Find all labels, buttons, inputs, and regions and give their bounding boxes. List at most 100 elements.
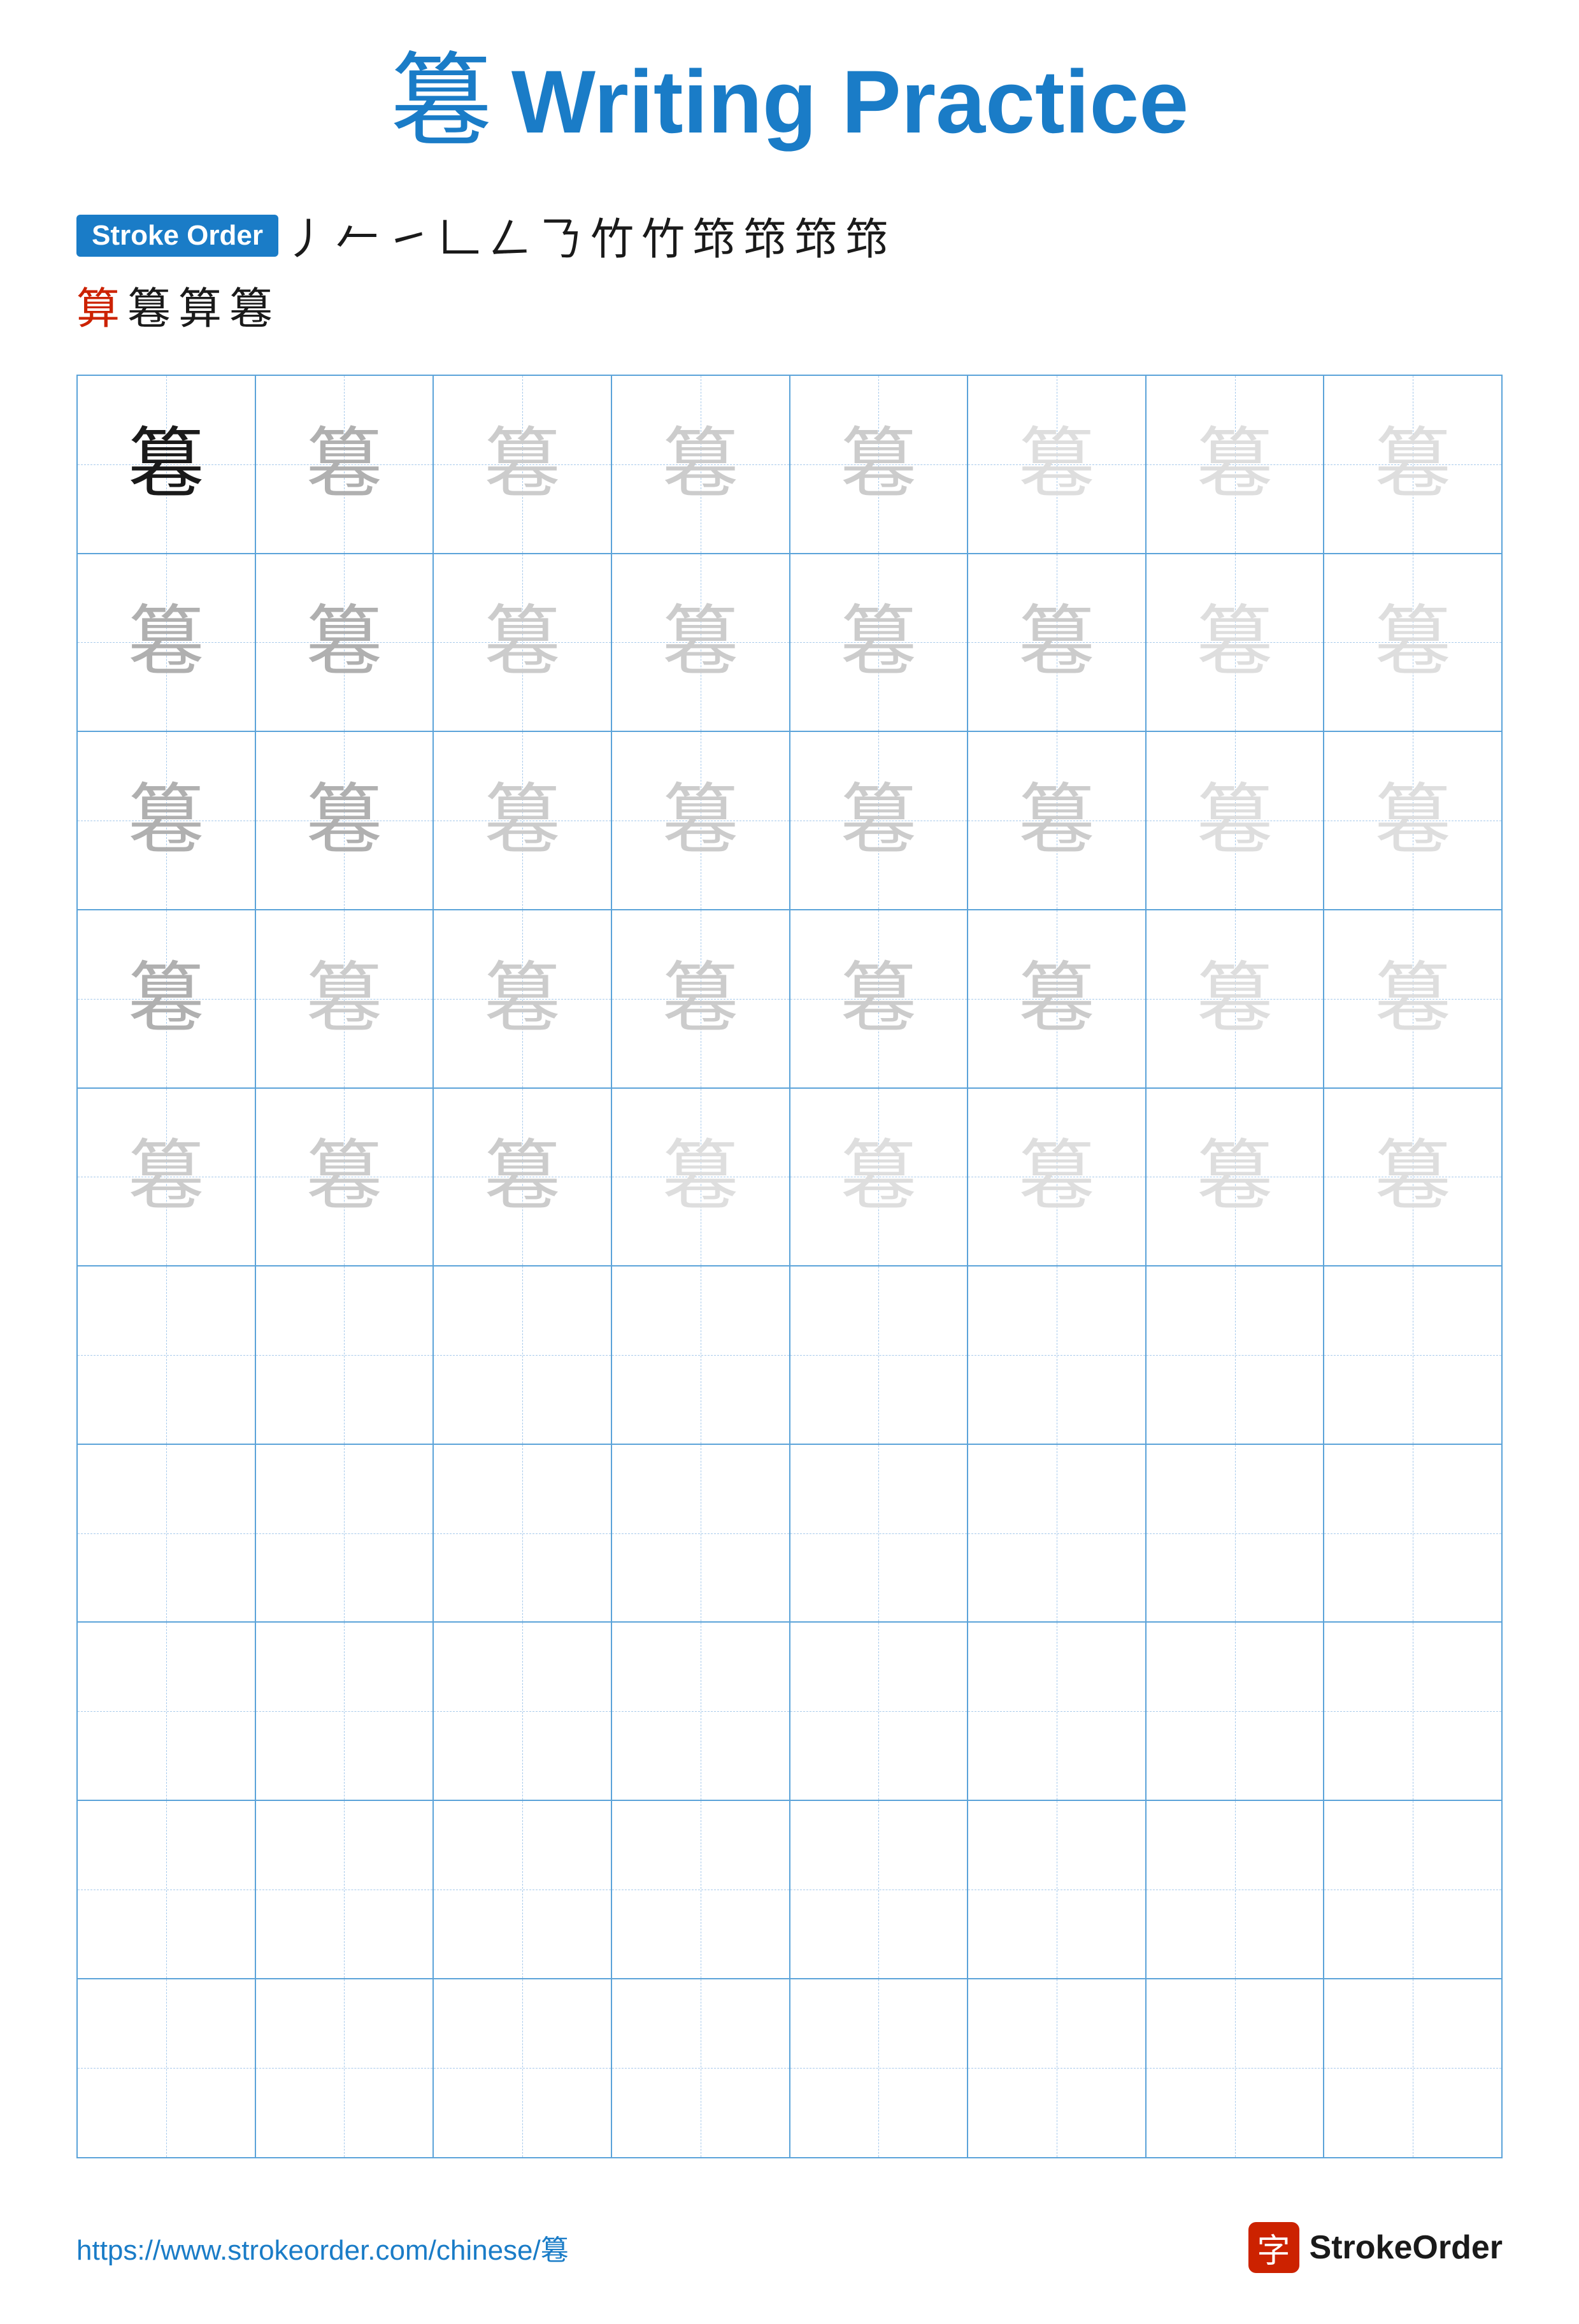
grid-cell-empty[interactable] bbox=[968, 1445, 1147, 1623]
grid-cell[interactable]: 篹 bbox=[612, 376, 790, 554]
grid-cell[interactable]: 篹 bbox=[1324, 910, 1501, 1089]
grid-cell-empty[interactable] bbox=[1147, 1445, 1325, 1623]
grid-cell[interactable]: 篹 bbox=[790, 376, 969, 554]
grid-cell-empty[interactable] bbox=[434, 1445, 612, 1623]
grid-cell[interactable]: 篹 bbox=[256, 732, 434, 910]
grid-cell[interactable]: 篹 bbox=[434, 376, 612, 554]
grid-cell-empty[interactable] bbox=[968, 1801, 1147, 1979]
practice-char: 篹 bbox=[306, 1138, 382, 1215]
practice-char: 篹 bbox=[1197, 1138, 1273, 1215]
grid-cell[interactable]: 篹 bbox=[434, 910, 612, 1089]
grid-cell[interactable]: 篹 bbox=[968, 554, 1147, 733]
footer-brand: 字 StrokeOrder bbox=[1248, 2222, 1503, 2273]
grid-cell[interactable]: 篹 bbox=[1147, 732, 1325, 910]
grid-cell[interactable]: 篹 bbox=[612, 732, 790, 910]
grid-cell-empty[interactable] bbox=[968, 1266, 1147, 1445]
grid-cell-empty[interactable] bbox=[1147, 1623, 1325, 1801]
grid-cell-empty[interactable] bbox=[612, 1623, 790, 1801]
grid-cell-empty[interactable] bbox=[612, 1979, 790, 2158]
grid-cell-empty[interactable] bbox=[612, 1801, 790, 1979]
practice-char: 篹 bbox=[1197, 426, 1273, 503]
grid-cell-empty[interactable] bbox=[78, 1623, 256, 1801]
grid-row-1: 篹 篹 篹 篹 篹 篹 篹 篹 bbox=[78, 376, 1501, 554]
grid-cell-empty[interactable] bbox=[256, 1623, 434, 1801]
grid-cell[interactable]: 篹 bbox=[968, 1089, 1147, 1267]
grid-cell[interactable]: 篹 bbox=[790, 554, 969, 733]
grid-cell-empty[interactable] bbox=[790, 1979, 969, 2158]
grid-row-empty-3 bbox=[78, 1623, 1501, 1801]
grid-cell[interactable]: 篹 bbox=[1147, 554, 1325, 733]
grid-cell-empty[interactable] bbox=[1324, 1445, 1501, 1623]
practice-char: 篹 bbox=[128, 604, 204, 680]
grid-cell-empty[interactable] bbox=[1324, 1266, 1501, 1445]
grid-cell[interactable]: 篹 bbox=[78, 910, 256, 1089]
practice-char: 篹 bbox=[662, 604, 739, 680]
grid-cell-empty[interactable] bbox=[968, 1623, 1147, 1801]
grid-cell[interactable]: 篹 bbox=[256, 910, 434, 1089]
grid-cell-empty[interactable] bbox=[1324, 1979, 1501, 2158]
grid-row-empty-2 bbox=[78, 1445, 1501, 1623]
grid-cell[interactable]: 篹 bbox=[1147, 1089, 1325, 1267]
grid-cell-empty[interactable] bbox=[790, 1266, 969, 1445]
grid-cell[interactable]: 篹 bbox=[790, 910, 969, 1089]
grid-cell-empty[interactable] bbox=[256, 1979, 434, 2158]
practice-char: 篹 bbox=[128, 782, 204, 859]
grid-cell[interactable]: 篹 bbox=[1324, 554, 1501, 733]
footer-url[interactable]: https://www.strokeorder.com/chinese/篹 bbox=[76, 2227, 569, 2268]
grid-cell[interactable]: 篹 bbox=[78, 554, 256, 733]
grid-cell[interactable]: 篹 bbox=[968, 732, 1147, 910]
grid-cell[interactable]: 篹 bbox=[1324, 376, 1501, 554]
grid-cell[interactable]: 篹 bbox=[1147, 376, 1325, 554]
grid-cell-empty[interactable] bbox=[790, 1445, 969, 1623]
grid-cell-empty[interactable] bbox=[434, 1266, 612, 1445]
grid-cell-empty[interactable] bbox=[1324, 1623, 1501, 1801]
grid-cell[interactable]: 篹 bbox=[790, 732, 969, 910]
grid-cell-empty[interactable] bbox=[790, 1623, 969, 1801]
grid-cell-empty[interactable] bbox=[256, 1445, 434, 1623]
grid-cell-empty[interactable] bbox=[256, 1266, 434, 1445]
grid-cell-empty[interactable] bbox=[78, 1445, 256, 1623]
practice-char: 篹 bbox=[1375, 782, 1451, 859]
grid-cell-empty[interactable] bbox=[1147, 1979, 1325, 2158]
grid-cell[interactable]: 篹 bbox=[78, 1089, 256, 1267]
grid-cell[interactable]: 篹 bbox=[434, 732, 612, 910]
grid-cell-empty[interactable] bbox=[1147, 1801, 1325, 1979]
grid-cell[interactable]: 篹 bbox=[1324, 732, 1501, 910]
grid-cell-empty[interactable] bbox=[790, 1801, 969, 1979]
practice-char: 篹 bbox=[1375, 604, 1451, 680]
grid-cell-empty[interactable] bbox=[968, 1979, 1147, 2158]
grid-cell-empty[interactable] bbox=[78, 1979, 256, 2158]
grid-cell-empty[interactable] bbox=[434, 1801, 612, 1979]
grid-cell-empty[interactable] bbox=[78, 1801, 256, 1979]
grid-cell[interactable]: 篹 bbox=[256, 376, 434, 554]
grid-cell-empty[interactable] bbox=[434, 1623, 612, 1801]
grid-cell[interactable]: 篹 bbox=[256, 554, 434, 733]
grid-cell-empty[interactable] bbox=[612, 1445, 790, 1623]
grid-cell[interactable]: 篹 bbox=[434, 554, 612, 733]
grid-cell[interactable]: 篹 bbox=[256, 1089, 434, 1267]
grid-cell-empty[interactable] bbox=[1324, 1801, 1501, 1979]
stroke-r4: 篹 bbox=[229, 273, 273, 336]
grid-cell-empty[interactable] bbox=[612, 1266, 790, 1445]
practice-char: 篹 bbox=[484, 1138, 561, 1215]
grid-cell[interactable]: 篹 bbox=[78, 732, 256, 910]
practice-char: 篹 bbox=[662, 961, 739, 1037]
grid-cell[interactable]: 篹 bbox=[78, 376, 256, 554]
grid-cell[interactable]: 篹 bbox=[1324, 1089, 1501, 1267]
grid-cell[interactable]: 篹 bbox=[612, 910, 790, 1089]
grid-cell[interactable]: 篹 bbox=[790, 1089, 969, 1267]
practice-char: 篹 bbox=[1375, 961, 1451, 1037]
grid-cell[interactable]: 篹 bbox=[434, 1089, 612, 1267]
grid-cell[interactable]: 篹 bbox=[968, 376, 1147, 554]
grid-cell[interactable]: 篹 bbox=[612, 1089, 790, 1267]
grid-cell[interactable]: 篹 bbox=[612, 554, 790, 733]
grid-cell-empty[interactable] bbox=[256, 1801, 434, 1979]
grid-cell-empty[interactable] bbox=[1147, 1266, 1325, 1445]
stroke-7: 竹 bbox=[590, 204, 634, 267]
grid-cell-empty[interactable] bbox=[434, 1979, 612, 2158]
grid-cell-empty[interactable] bbox=[78, 1266, 256, 1445]
grid-cell[interactable]: 篹 bbox=[968, 910, 1147, 1089]
practice-char: 篹 bbox=[840, 426, 917, 503]
grid-cell[interactable]: 篹 bbox=[1147, 910, 1325, 1089]
grid-row-empty-5 bbox=[78, 1979, 1501, 2158]
